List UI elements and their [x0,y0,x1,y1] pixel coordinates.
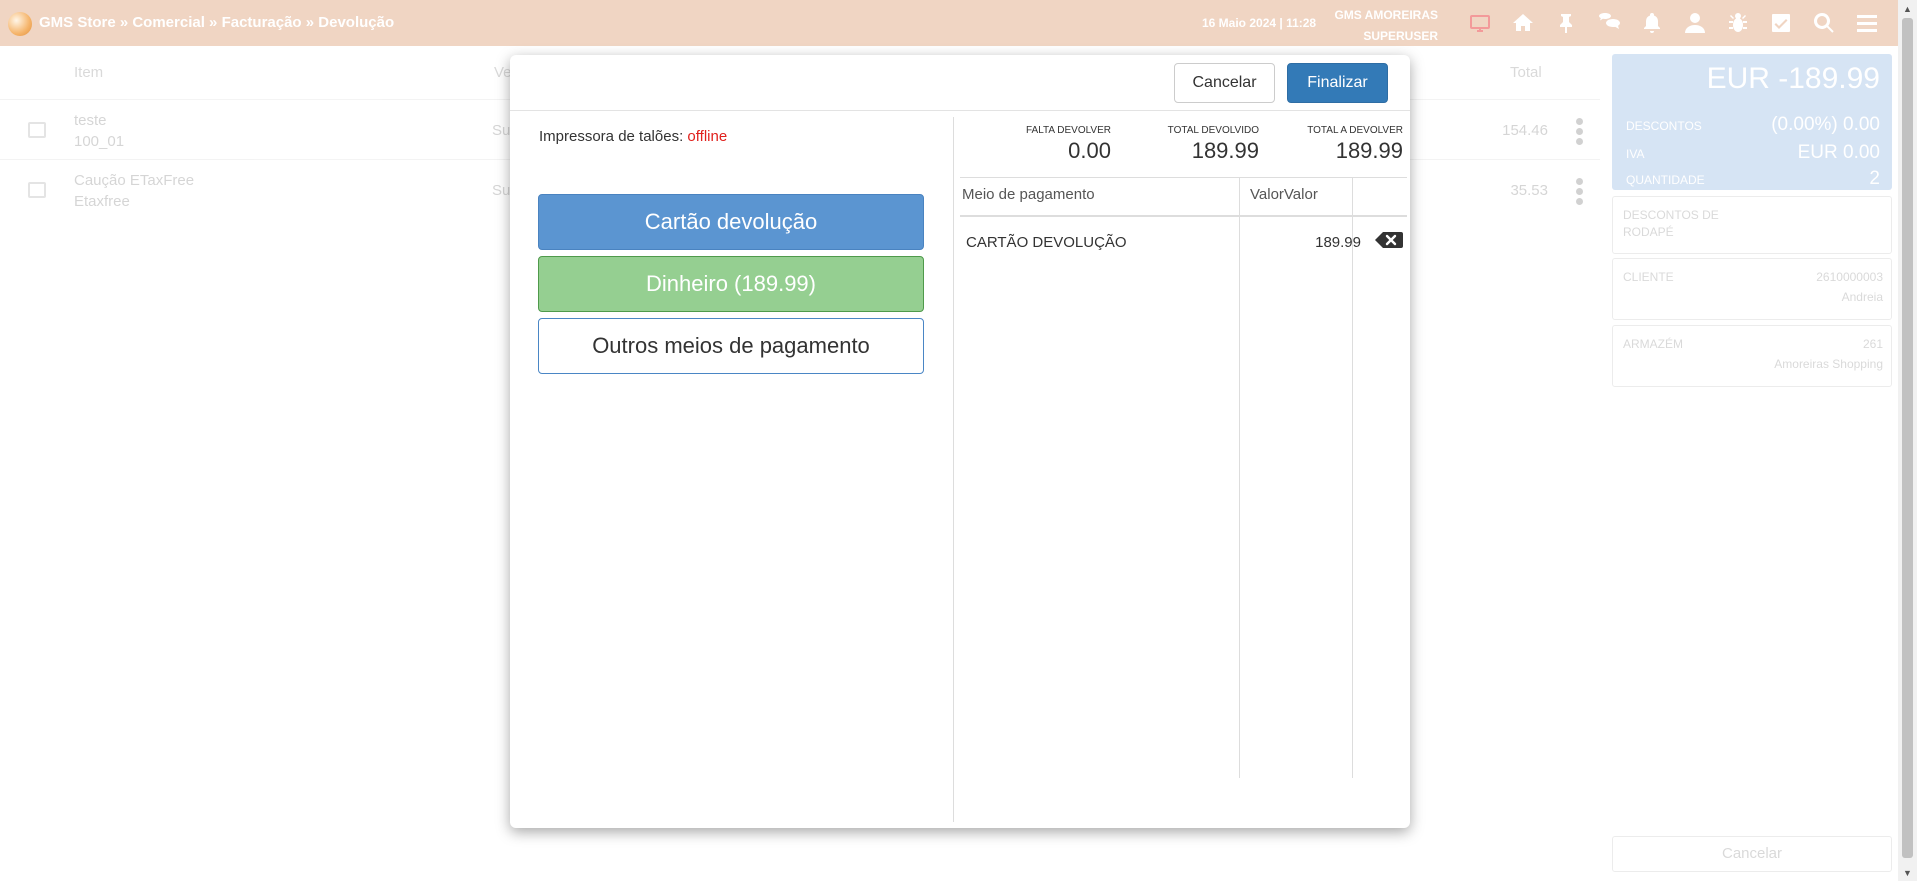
return-card-button[interactable]: Cartão devolução [538,194,924,250]
check-icon[interactable] [1759,8,1802,38]
return-payment-modal: Cancelar Finalizar Impressora de talões:… [510,55,1410,828]
top-bar: GMS Store » Comercial » Facturação » Dev… [0,0,1898,46]
bug-icon[interactable] [1716,8,1759,38]
item-vendor: Su [492,182,511,199]
menu-icon[interactable] [1845,8,1888,38]
footer-discounts-box[interactable]: DESCONTOS DE RODAPÉ [1612,196,1892,254]
current-datetime: 16 Maio 2024 | 11:28 [1202,16,1317,30]
modal-header: Cancelar Finalizar [510,55,1410,111]
warehouse-id: 261 [1862,337,1883,351]
warehouse-name: Amoreiras Shopping [1774,357,1883,371]
item-description: teste 100_01 [74,112,125,150]
search-icon[interactable] [1802,8,1845,38]
payment-methods-column: Impressora de talões: offline Cartão dev… [510,117,954,822]
warehouse-box[interactable]: ARMAZÉM 261 Amoreiras Shopping [1612,325,1892,387]
finish-button[interactable]: Finalizar [1287,63,1388,103]
breadcrumb[interactable]: GMS Store » Comercial » Facturação » Dev… [39,14,394,31]
chat-icon[interactable] [1587,8,1630,38]
payment-row-value: 189.99 [1315,234,1361,251]
delete-payment-icon[interactable] [1374,230,1404,250]
page-scrollbar[interactable]: ▲ ▼ [1898,0,1917,881]
column-header-item: Item [74,64,104,81]
column-header-total: Total [1510,64,1542,81]
monitor-icon[interactable] [1458,8,1501,38]
background-cancel-button[interactable]: Cancelar [1612,836,1892,872]
client-name: Andreia [1841,290,1883,304]
scroll-up-icon[interactable]: ▲ [1898,0,1917,17]
top-icons [1458,8,1888,38]
client-box[interactable]: CLIENTE 2610000003 Andreia [1612,258,1892,320]
total-to-return-summary: TOTAL A DEVOLVER 189.99 [1307,125,1403,163]
user-name: SUPERUSER [1363,29,1438,43]
quantity-row: QUANTIDADE 2 [1626,168,1880,189]
column-header-value: ValorValor [1250,186,1318,203]
vat-row: IVA EUR 0.00 [1626,142,1880,163]
missing-return-summary: FALTA DEVOLVER 0.00 [1025,125,1111,163]
printer-status-value: offline [687,128,728,145]
image-placeholder-icon [28,122,46,138]
total-returned-summary: TOTAL DEVOLVIDO 189.99 [1167,125,1259,163]
scroll-down-icon[interactable]: ▼ [1898,864,1917,881]
item-vendor: Su [492,122,511,139]
other-payment-methods-button[interactable]: Outros meios de pagamento [538,318,924,374]
store-name: GMS AMOREIRAS [1334,8,1438,22]
scroll-thumb[interactable] [1902,18,1913,858]
pin-icon[interactable] [1544,8,1587,38]
item-total: 35.53 [1510,182,1548,199]
item-description: Caução ETaxFree Etaxfree [74,172,195,210]
item-total: 154.46 [1502,122,1548,139]
cancel-button[interactable]: Cancelar [1174,63,1275,103]
column-header-vendor: Ve [494,64,512,81]
app-logo[interactable] [8,12,32,36]
store-user-info: GMS AMOREIRAS SUPERUSER [1320,5,1438,47]
image-placeholder-icon [28,182,46,198]
column-header-method: Meio de pagamento [962,186,1095,203]
printer-status: Impressora de talões: offline [539,128,727,145]
payments-table: Meio de pagamento ValorValor CARTÃO DEVO… [960,177,1407,778]
bell-icon[interactable] [1630,8,1673,38]
cash-button[interactable]: Dinheiro (189.99) [538,256,924,312]
home-icon[interactable] [1501,8,1544,38]
discounts-row: DESCONTOS (0.00%) 0.00 [1626,114,1880,135]
row-menu-icon[interactable] [1576,178,1584,205]
row-menu-icon[interactable] [1576,118,1584,145]
printer-label: Impressora de talões: [539,128,684,145]
payments-column: FALTA DEVOLVER 0.00 TOTAL DEVOLVIDO 189.… [955,117,1410,822]
user-icon[interactable] [1673,8,1716,38]
totals-panel: EUR -189.99 DESCONTOS (0.00%) 0.00 IVA E… [1612,54,1892,190]
payment-row-method: CARTÃO DEVOLUÇÃO [966,234,1127,251]
client-id: 2610000003 [1816,270,1883,284]
grand-total: EUR -189.99 [1706,62,1880,95]
